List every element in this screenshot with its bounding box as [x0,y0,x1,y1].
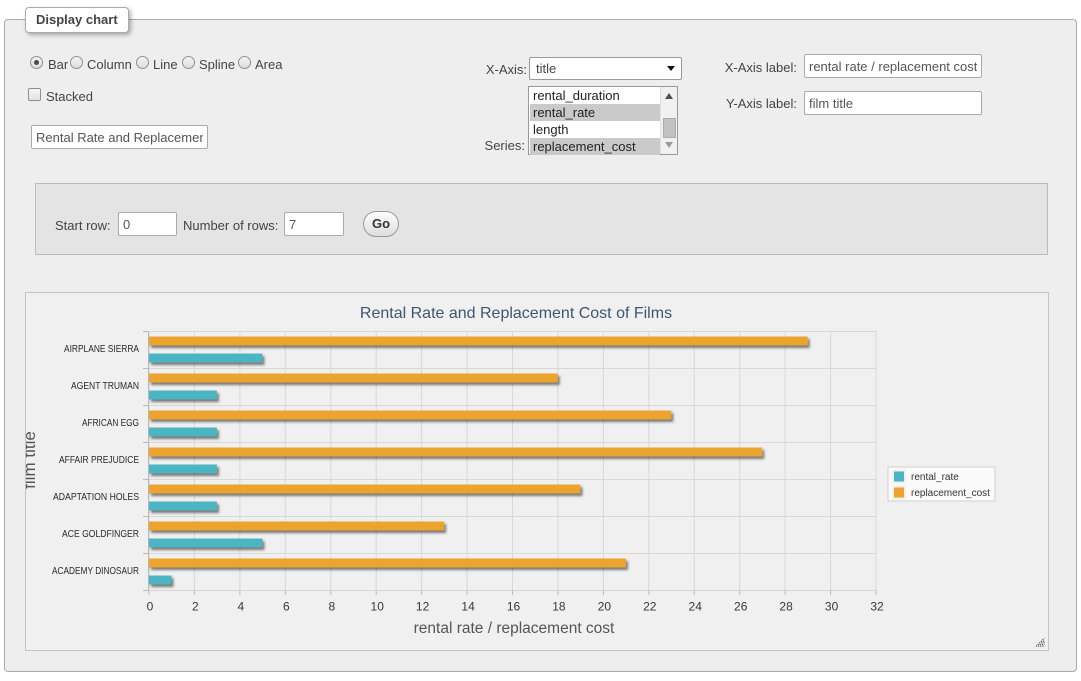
svg-text:10: 10 [371,600,385,614]
svg-text:AIRPLANE SIERRA: AIRPLANE SIERRA [64,344,139,355]
svg-text:ACE GOLDFINGER: ACE GOLDFINGER [62,529,139,540]
svg-text:6: 6 [283,600,290,614]
svg-text:14: 14 [461,600,475,614]
svg-text:film title: film title [26,431,39,489]
svg-text:30: 30 [825,600,839,614]
svg-text:rental rate / replacement cost: rental rate / replacement cost [414,620,615,637]
svg-text:8: 8 [328,600,335,614]
svg-text:0: 0 [147,600,154,614]
svg-text:28: 28 [779,600,793,614]
svg-text:26: 26 [734,600,748,614]
svg-text:18: 18 [552,600,566,614]
svg-text:replacement_cost: replacement_cost [911,488,990,499]
svg-text:AFFAIR PREJUDICE: AFFAIR PREJUDICE [59,455,139,466]
svg-text:24: 24 [689,600,703,614]
svg-text:AFRICAN EGG: AFRICAN EGG [82,418,139,429]
svg-text:4: 4 [238,600,245,614]
svg-text:AGENT TRUMAN: AGENT TRUMAN [71,381,139,392]
svg-text:12: 12 [416,600,430,614]
svg-text:2: 2 [192,600,199,614]
svg-text:32: 32 [870,600,884,614]
svg-text:ADAPTATION HOLES: ADAPTATION HOLES [53,492,139,503]
svg-text:Rental Rate and Replacement Co: Rental Rate and Replacement Cost of Film… [360,305,672,322]
svg-text:rental_rate: rental_rate [911,472,959,483]
svg-text:22: 22 [643,600,657,614]
svg-text:20: 20 [598,600,612,614]
svg-text:16: 16 [507,600,521,614]
svg-text:ACADEMY DINOSAUR: ACADEMY DINOSAUR [52,566,139,577]
